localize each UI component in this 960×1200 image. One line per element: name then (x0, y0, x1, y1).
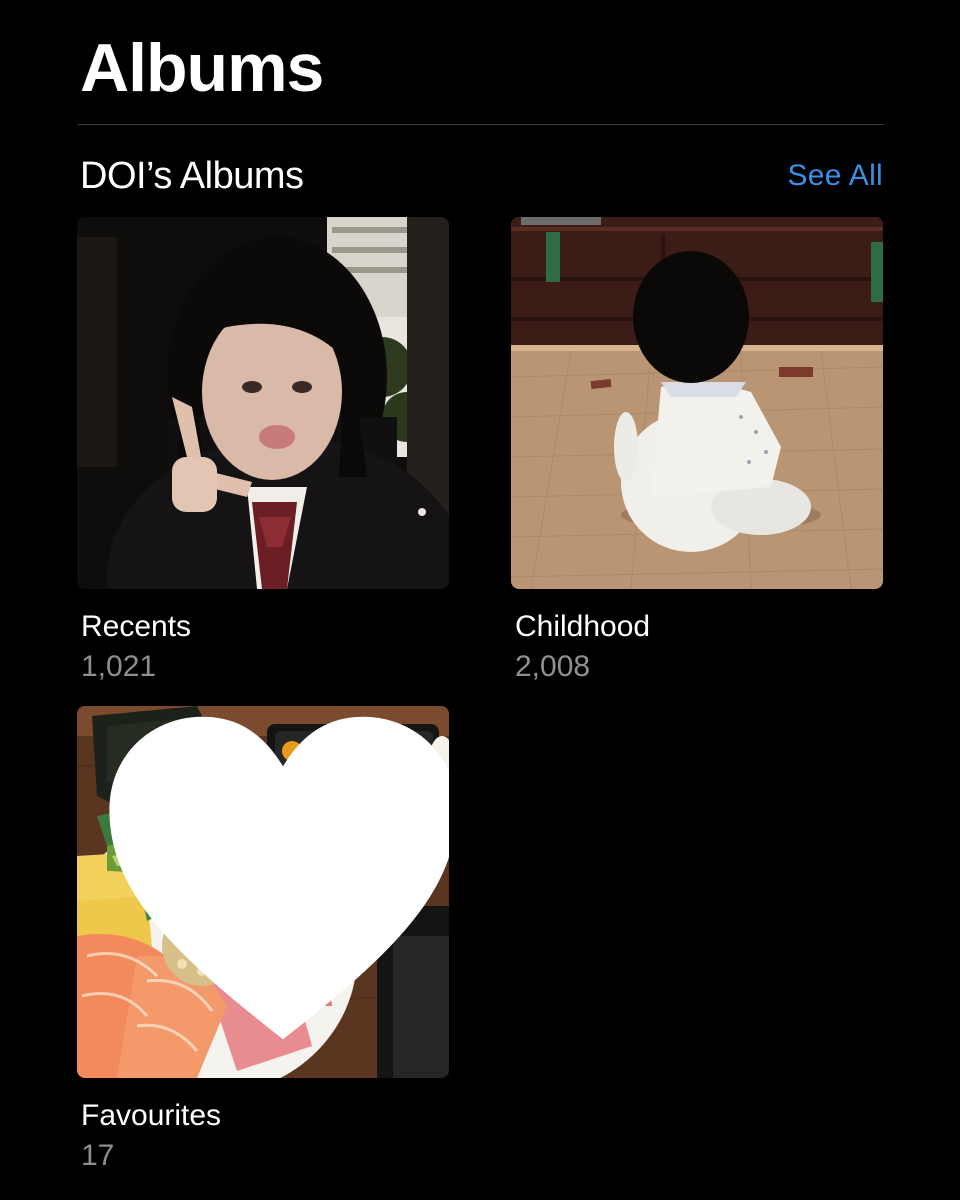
album-childhood[interactable]: Childhood 2,008 (511, 217, 883, 685)
photo-girl-peace-sign (77, 217, 449, 589)
album-name: Recents (81, 610, 192, 643)
album-recents[interactable]: Recents 1,021 (77, 217, 449, 685)
header-divider (78, 124, 884, 125)
album-name: Childhood (515, 610, 651, 643)
album-thumbnail[interactable] (511, 217, 883, 589)
heart-icon (109, 716, 449, 1040)
see-all-link[interactable]: See All (788, 159, 884, 193)
section-title: DOI’s Albums (80, 154, 304, 197)
album-name: Favourites (81, 1099, 222, 1132)
album-thumbnail[interactable] (77, 217, 449, 589)
album-count: 1,021 (81, 650, 157, 683)
album-favourites[interactable]: Favourites 17 (77, 706, 449, 1174)
page-title: Albums (80, 30, 324, 106)
album-count: 2,008 (515, 650, 591, 683)
album-thumbnail[interactable] (77, 706, 449, 1078)
section-header: DOI’s Albums See All (80, 150, 883, 202)
photo-child-on-wood-floor (511, 217, 883, 589)
album-count: 17 (81, 1139, 115, 1172)
